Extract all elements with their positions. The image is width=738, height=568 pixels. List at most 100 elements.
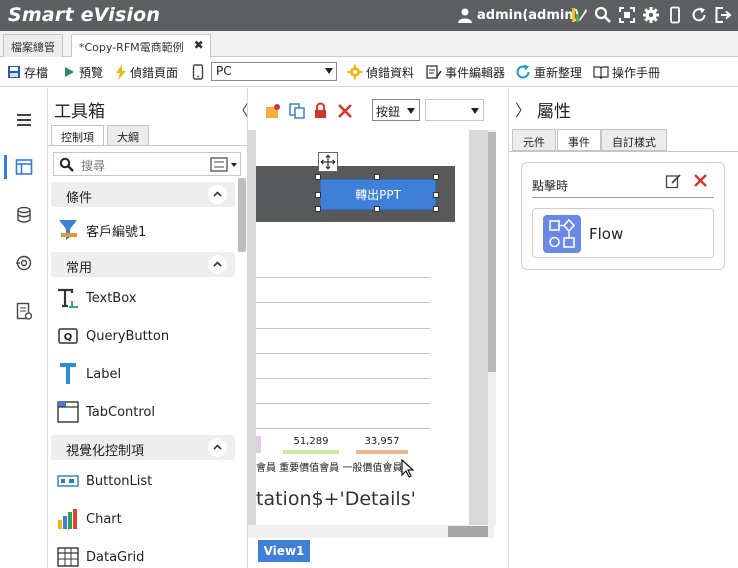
bug-gear-icon: [347, 64, 363, 80]
device-select[interactable]: PC: [211, 62, 337, 81]
design-edit-icon[interactable]: [570, 6, 588, 24]
variables-icon[interactable]: [14, 253, 34, 273]
resize-handle[interactable]: [374, 174, 380, 180]
tab-component[interactable]: 元件: [512, 129, 556, 151]
edit-icon[interactable]: [265, 103, 281, 119]
preview-button[interactable]: 預覽: [62, 63, 103, 81]
grid-line: [256, 328, 430, 329]
bar-value-label: 33,957: [364, 436, 400, 447]
user-name: admin(admin): [477, 7, 580, 23]
list-view-icon[interactable]: [210, 157, 238, 172]
resize-handle[interactable]: [374, 206, 380, 212]
lock-icon[interactable]: [313, 102, 328, 119]
divider: [509, 151, 738, 152]
chevron-down-icon: [471, 108, 479, 114]
group-conditions[interactable]: 條件: [51, 182, 235, 207]
move-handle-icon[interactable]: [318, 152, 338, 172]
toolbox-search-input[interactable]: 搜尋: [53, 152, 241, 176]
rail-active-indicator: [4, 155, 7, 179]
tabcontrol-icon: [57, 401, 79, 423]
querybutton-icon: Q: [58, 328, 78, 344]
resize-handle[interactable]: [433, 192, 439, 198]
flow-icon: [543, 215, 581, 253]
group-common[interactable]: 常用: [51, 252, 235, 277]
mouse-cursor-icon: [401, 459, 414, 478]
chart-icon: [58, 509, 77, 529]
gear-icon[interactable]: [642, 6, 660, 24]
flow-action[interactable]: Flow: [532, 208, 714, 258]
expression-text: tation$+'Details': [256, 488, 416, 510]
event-editor-icon: [426, 65, 442, 79]
chevron-up-icon: [208, 438, 227, 457]
tab-outline[interactable]: 大綱: [107, 125, 149, 146]
properties-panel: 〉 屬性 元件 事件 自訂樣式 點擊時 Flow: [508, 88, 738, 568]
close-icon[interactable]: ✖: [194, 38, 204, 52]
logout-icon[interactable]: [714, 6, 732, 24]
delete-icon[interactable]: [337, 103, 353, 119]
tool-buttonlist[interactable]: ButtonList: [56, 469, 236, 493]
canvas-toolbar: 按鈕: [248, 88, 505, 130]
copy-icon[interactable]: [289, 103, 305, 119]
resize-handle[interactable]: [433, 206, 439, 212]
search-icon[interactable]: [594, 6, 612, 24]
search-placeholder: 搜尋: [81, 159, 106, 173]
chevron-down-icon: [407, 108, 415, 114]
toolbox-scrollbar[interactable]: [238, 178, 246, 252]
tool-customer-id-filter[interactable]: 客戶編號1: [56, 218, 236, 242]
tool-chart[interactable]: Chart: [56, 507, 236, 531]
reload-icon[interactable]: [690, 6, 708, 24]
grid-line: [256, 353, 430, 354]
mobile-icon[interactable]: [666, 6, 684, 24]
refresh-button[interactable]: 重新整理: [515, 63, 582, 81]
tool-label[interactable]: Label: [56, 362, 236, 386]
save-icon: [8, 66, 20, 78]
grid-line: [256, 378, 430, 379]
manual-button[interactable]: 操作手冊: [593, 63, 660, 81]
tab-controls[interactable]: 控制項: [51, 125, 104, 146]
component-select[interactable]: [425, 99, 484, 121]
resize-handle[interactable]: [315, 192, 321, 198]
event-editor-button[interactable]: 事件編輯器: [426, 63, 505, 81]
left-rail: [0, 88, 48, 568]
user-menu[interactable]: admin(admin): [457, 6, 580, 24]
collapse-right-icon[interactable]: 〉: [515, 97, 531, 121]
refresh-icon: [516, 64, 530, 79]
flow-label: Flow: [589, 225, 624, 243]
save-button[interactable]: 存檔: [7, 63, 48, 81]
resize-handle[interactable]: [315, 174, 321, 180]
delete-icon[interactable]: [693, 173, 708, 188]
chart-bar: [283, 450, 339, 454]
component-type-select[interactable]: 按鈕: [372, 99, 420, 121]
tool-datagrid[interactable]: DataGrid: [56, 545, 236, 568]
tool-querybutton[interactable]: Q QueryButton: [56, 324, 236, 348]
group-visual-controls[interactable]: 視覺化控制項: [51, 435, 235, 460]
resize-handle[interactable]: [433, 174, 439, 180]
edit-icon[interactable]: [665, 173, 681, 189]
grid-line: [256, 428, 430, 429]
database-icon[interactable]: [14, 205, 34, 225]
collapse-left-icon[interactable]: 〈: [233, 97, 247, 121]
canvas-hscroll-thumb[interactable]: [448, 526, 488, 537]
lightning-icon: [116, 64, 126, 80]
buttonlist-icon: [57, 475, 79, 487]
debug-data-button[interactable]: 偵錯資料: [347, 63, 414, 81]
fullscreen-icon[interactable]: [618, 6, 636, 24]
resize-handle[interactable]: [315, 206, 321, 212]
tab-custom-style[interactable]: 自訂樣式: [601, 129, 667, 151]
layout-icon[interactable]: [14, 157, 34, 177]
report-settings-icon[interactable]: [14, 301, 34, 321]
tab-rfm-report-label: *Copy-RFM電商範例: [79, 41, 184, 54]
event-title: 點擊時: [532, 179, 569, 193]
toolbox-title: 工具箱: [54, 102, 105, 122]
tab-events[interactable]: 事件: [557, 129, 601, 151]
tab-rfm-report[interactable]: *Copy-RFM電商範例 ✖: [71, 34, 211, 58]
debug-page-button[interactable]: 偵錯頁面: [115, 63, 178, 81]
tab-file-manager[interactable]: 檔案總管: [3, 34, 63, 57]
tool-textbox[interactable]: TextBox: [56, 286, 236, 310]
menu-icon[interactable]: [14, 110, 34, 130]
device-icon: [192, 64, 204, 80]
tool-tabcontrol[interactable]: TabControl: [56, 400, 236, 424]
view-tab[interactable]: View1: [258, 540, 310, 562]
chart-bar: [256, 436, 261, 453]
canvas-vscroll-thumb[interactable]: [488, 132, 496, 372]
